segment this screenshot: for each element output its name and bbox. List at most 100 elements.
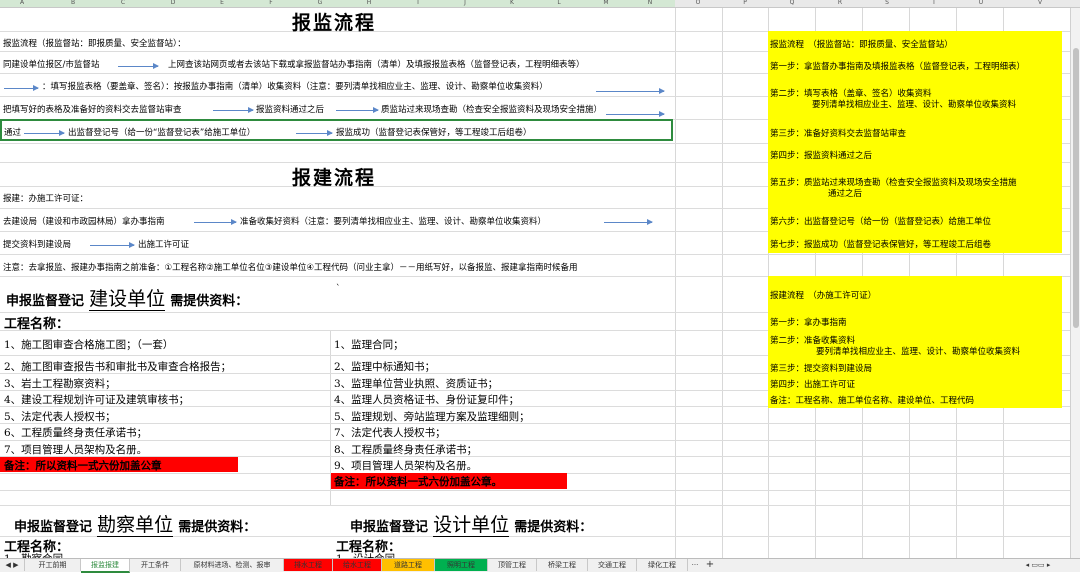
tab-pipe-jacking[interactable]: 顶管工程: [488, 559, 537, 571]
supervision-item-9[interactable]: 9、项目管理人员架构及名册。: [334, 458, 477, 473]
process2-intro[interactable]: 报建：办施工许可证：: [3, 192, 88, 204]
column-header-k[interactable]: K: [510, 0, 514, 7]
side1-step5-detail[interactable]: 通过之后: [828, 187, 862, 199]
side1-step5[interactable]: 第五步：质监站过来现场查勘（检查安全报监资料及现场安全措施: [770, 176, 1017, 188]
side1-step4[interactable]: 第四步：报监资料通过之后: [770, 149, 872, 161]
construction-item-5[interactable]: 5、法定代表人授权书；: [4, 409, 116, 424]
side1-step7[interactable]: 第七步：报监成功（监督登记表保管好，等工程竣工后组卷: [770, 238, 991, 250]
tab-lighting[interactable]: 照明工程: [435, 559, 488, 571]
column-header-d[interactable]: D: [171, 0, 176, 7]
process1-intro[interactable]: 报监流程（报监督站：即报质量、安全监督站）：: [3, 37, 186, 49]
side2-step3[interactable]: 第三步：提交资料到建设局: [770, 362, 872, 374]
process2-step-a[interactable]: 去建设局（建设和市政园林局）拿办事指南: [3, 215, 165, 227]
supervision-item-2[interactable]: 2、监理中标通知书；: [334, 359, 435, 374]
grid-line: [0, 254, 1070, 255]
side1-step3[interactable]: 第三步：准备好资料交去监督站审查: [770, 127, 906, 139]
column-header-l[interactable]: L: [557, 0, 560, 7]
supervision-item-5[interactable]: 5、监理规划、旁站监理方案及监理细则；: [334, 409, 530, 424]
process2-title: 报建流程: [292, 167, 377, 189]
process2-step-b[interactable]: 准备收集好资料（注意：要列清单找相应业主、监理、设计、勘察单位收集资料）: [240, 215, 546, 227]
supervision-item-4[interactable]: 4、监理人员资格证书、身份证复印件；: [334, 392, 519, 407]
horizontal-scrollbar[interactable]: ◂ ▭▭ ▸: [1008, 559, 1068, 571]
tab-bridge[interactable]: 桥梁工程: [537, 559, 588, 571]
vertical-scrollbar[interactable]: [1070, 8, 1080, 558]
process1-step-a[interactable]: 同建设单位报区/市监督站: [3, 58, 99, 70]
construction-project-name[interactable]: 工程名称：: [4, 313, 69, 332]
tab-kaigong-qianqi[interactable]: 开工前期: [25, 559, 81, 571]
design-heading-unit: 设计单位: [433, 514, 510, 537]
process1-step-e[interactable]: 报监资料通过之后: [256, 103, 324, 115]
side2-step2-detail[interactable]: 要列清单找相应业主、监理、设计、勘察单位收集资料: [816, 345, 1020, 357]
process1-step-d[interactable]: 把填写好的表格及准备好的资料交去监督站审查: [3, 103, 182, 115]
column-header-i[interactable]: I: [417, 0, 419, 7]
tab-materials[interactable]: 原材料进场、检测、报审: [181, 559, 284, 571]
construction-item-7[interactable]: 7、项目管理人员架构及名册。: [4, 442, 147, 457]
tab-greening[interactable]: 绿化工程: [637, 559, 688, 571]
column-header-m[interactable]: M: [603, 0, 608, 7]
process2-step-c[interactable]: 提交资料到建设局: [3, 238, 71, 250]
more-tabs-icon[interactable]: ···: [688, 559, 702, 571]
tab-road[interactable]: 道路工程: [382, 559, 435, 571]
column-header-g[interactable]: G: [318, 0, 323, 7]
supervision-item-3[interactable]: 3、监理单位营业执照、资质证书；: [334, 376, 498, 391]
process1-step-c[interactable]: ：填写报监表格（要盖章、签名）：按报监办事指南（清单）收集资料（注意：要列清单找…: [42, 80, 548, 92]
supervision-remark[interactable]: 备注：所以资料一式六份加盖公章。: [334, 474, 502, 489]
survey-heading-unit: 勘察单位: [97, 514, 174, 537]
column-header-b[interactable]: B: [71, 0, 75, 7]
grid-line: [675, 8, 676, 558]
survey-heading-prefix: 申报监督登记: [14, 520, 93, 535]
tab-traffic[interactable]: 交通工程: [588, 559, 637, 571]
tab-nav-arrows[interactable]: ◀ ▶: [0, 559, 25, 571]
supervision-tick[interactable]: `: [336, 284, 340, 294]
supervision-item-1[interactable]: 1、监理合同；: [334, 337, 404, 352]
tab-water-supply[interactable]: 给水工程: [333, 559, 382, 571]
construction-item-2[interactable]: 2、施工图审查报告书和审批书及审查合格报告；: [4, 359, 231, 374]
column-header-h[interactable]: H: [367, 0, 372, 7]
design-heading[interactable]: 申报监督登记 设计单位 需提供资料：: [350, 510, 592, 537]
column-header-o[interactable]: O: [696, 0, 701, 7]
side1-step1[interactable]: 第一步：拿监督办事指南及填报监表格（监督登记表，工程明细表）: [770, 60, 1025, 72]
column-header-q[interactable]: Q: [790, 0, 795, 7]
process2-note[interactable]: 注意：去拿报监、报建办事指南之前准备：①工程名称②施工单位名位③建设单位④工程代…: [3, 261, 578, 273]
process2-step-d[interactable]: 出施工许可证: [138, 238, 189, 250]
vertical-scrollbar-thumb[interactable]: [1073, 48, 1079, 328]
construction-item-1[interactable]: 1、施工图审查合格施工图；（一套）: [4, 337, 173, 352]
column-header-n[interactable]: N: [648, 0, 653, 7]
supervision-item-8[interactable]: 8、工程质量终身责任承诺书；: [334, 442, 477, 457]
column-header-p[interactable]: P: [743, 0, 747, 7]
process1-step-g[interactable]: 通过: [4, 126, 21, 138]
side1-step6[interactable]: 第六步：出监督登记号（给一份（监督登记表）给施工单位: [770, 215, 991, 227]
process1-step-i[interactable]: 报监成功（监督登记表保管好，等工程竣工后组卷）: [336, 126, 532, 138]
tab-kaigong-tiaojian[interactable]: 开工条件: [130, 559, 181, 571]
column-header-u[interactable]: U: [979, 0, 983, 7]
column-header-a[interactable]: A: [20, 0, 24, 7]
column-header-c[interactable]: C: [121, 0, 125, 7]
side1-step2-detail[interactable]: 要列清单找相应业主、监理、设计、勘察单位收集资料: [812, 98, 1016, 110]
side2-note[interactable]: 备注：工程名称、施工单位名称、建设单位、工程代码: [770, 394, 974, 406]
column-header-e[interactable]: E: [220, 0, 224, 7]
construction-remark[interactable]: 备注：所以资料一式六份加盖公章: [4, 458, 162, 473]
grid-line: [0, 505, 1070, 506]
side2-step4[interactable]: 第四步：出施工许可证: [770, 378, 855, 390]
column-header-t[interactable]: T: [932, 0, 936, 7]
construction-item-3[interactable]: 3、岩土工程勘察资料；: [4, 376, 116, 391]
survey-heading[interactable]: 申报监督登记 勘察单位 需提供资料：: [14, 510, 256, 537]
side2-step1[interactable]: 第一步：拿办事指南: [770, 316, 847, 328]
column-header-j[interactable]: J: [464, 0, 466, 7]
construction-item-4[interactable]: 4、建设工程规划许可证及建筑审核书；: [4, 392, 189, 407]
side1-title[interactable]: 报监流程 （报监督站：即报质量、安全监督站）: [770, 38, 953, 50]
add-sheet-icon[interactable]: +: [703, 559, 717, 571]
construction-item-6[interactable]: 6、工程质量终身责任承诺书；: [4, 425, 147, 440]
construction-heading-prefix: 申报监督登记: [6, 294, 85, 309]
column-header-r[interactable]: R: [838, 0, 842, 7]
column-header-v[interactable]: V: [1038, 0, 1042, 7]
side2-title[interactable]: 报建流程 （办施工许可证）: [770, 289, 876, 301]
process1-step-b[interactable]: 上网查该站网页或者去该站下载或拿报监督站办事指南（清单）及填报报监表格（监督登记…: [168, 58, 585, 70]
tab-drainage[interactable]: 排水工程: [284, 559, 333, 571]
column-header-s[interactable]: S: [885, 0, 889, 7]
supervision-item-7[interactable]: 7、法定代表人授权书；: [334, 425, 446, 440]
process1-step-h[interactable]: 出监督登记号（给一份“监督登记表”给施工单位）: [68, 126, 255, 138]
column-header-f[interactable]: F: [269, 0, 272, 7]
process1-step-f[interactable]: 质监站过来现场查勘（检查安全报监资料及现场安全措施）: [381, 103, 602, 115]
construction-heading[interactable]: 申报监督登记 建设单位 需提供资料：: [6, 284, 248, 311]
